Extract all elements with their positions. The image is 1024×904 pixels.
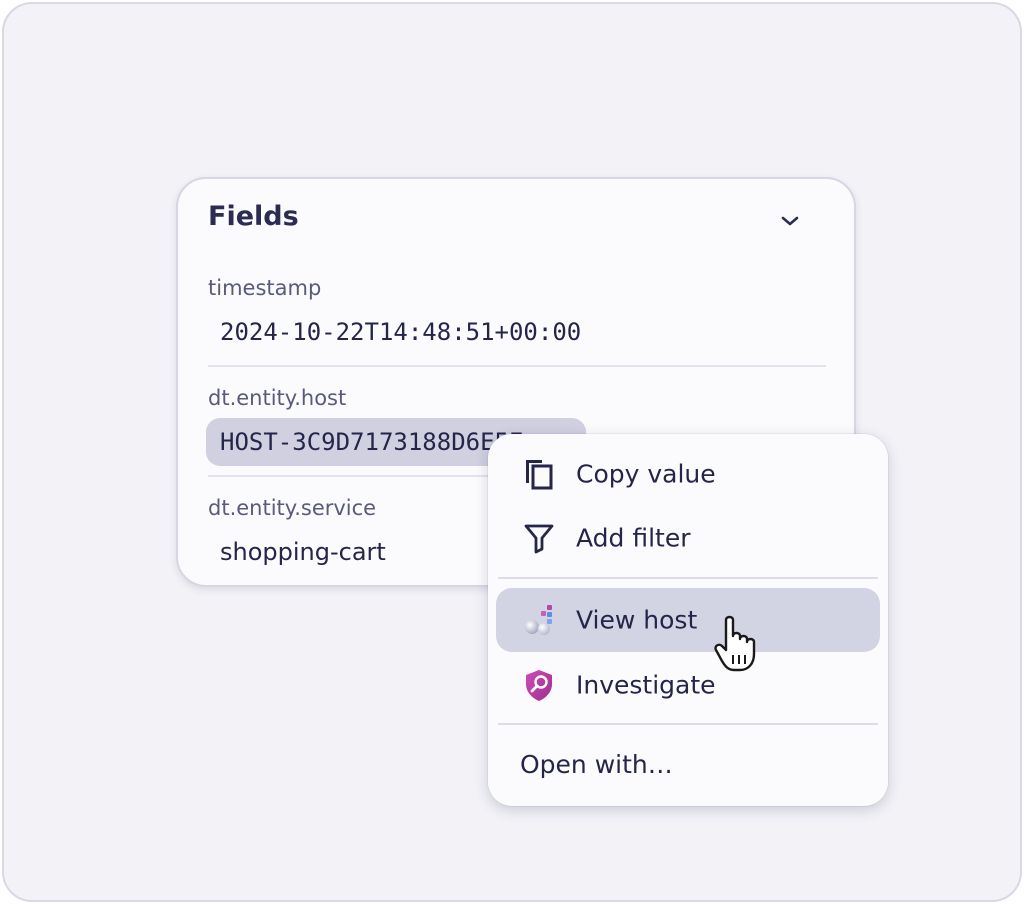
menu-label-view-host: View host bbox=[576, 605, 698, 635]
hand-pointer-cursor bbox=[714, 615, 756, 672]
investigate-shield-icon bbox=[526, 670, 552, 701]
menu-label-copy-value: Copy value bbox=[576, 459, 716, 489]
context-menu: Copy value Add filter View host Investig… bbox=[488, 434, 888, 806]
field-divider bbox=[208, 365, 826, 367]
fields-panel-title: Fields bbox=[208, 201, 299, 232]
hosts-app-icon bbox=[525, 605, 552, 635]
chevron-down-icon[interactable] bbox=[778, 209, 802, 233]
menu-separator bbox=[498, 723, 878, 725]
open-with-item[interactable]: Open with… bbox=[520, 750, 673, 779]
field-label-host: dt.entity.host bbox=[208, 386, 347, 410]
field-value-timestamp[interactable]: 2024-10-22T14:48:51+00:00 bbox=[220, 318, 581, 346]
menu-item-add-filter[interactable]: Add filter bbox=[496, 506, 880, 570]
menu-item-view-host[interactable]: View host bbox=[496, 588, 880, 652]
copy-icon bbox=[526, 460, 553, 490]
field-label-timestamp: timestamp bbox=[208, 276, 322, 300]
menu-item-copy-value[interactable]: Copy value bbox=[496, 442, 880, 506]
menu-label-add-filter: Add filter bbox=[576, 523, 691, 553]
field-value-host[interactable]: HOST-3C9D7173188D6E5E bbox=[220, 428, 523, 456]
menu-separator bbox=[498, 577, 878, 579]
menu-label-investigate: Investigate bbox=[576, 670, 716, 700]
field-value-service[interactable]: shopping-cart bbox=[220, 538, 386, 566]
menu-item-investigate[interactable]: Investigate bbox=[496, 653, 880, 717]
field-label-service: dt.entity.service bbox=[208, 496, 377, 520]
filter-icon bbox=[524, 524, 554, 554]
